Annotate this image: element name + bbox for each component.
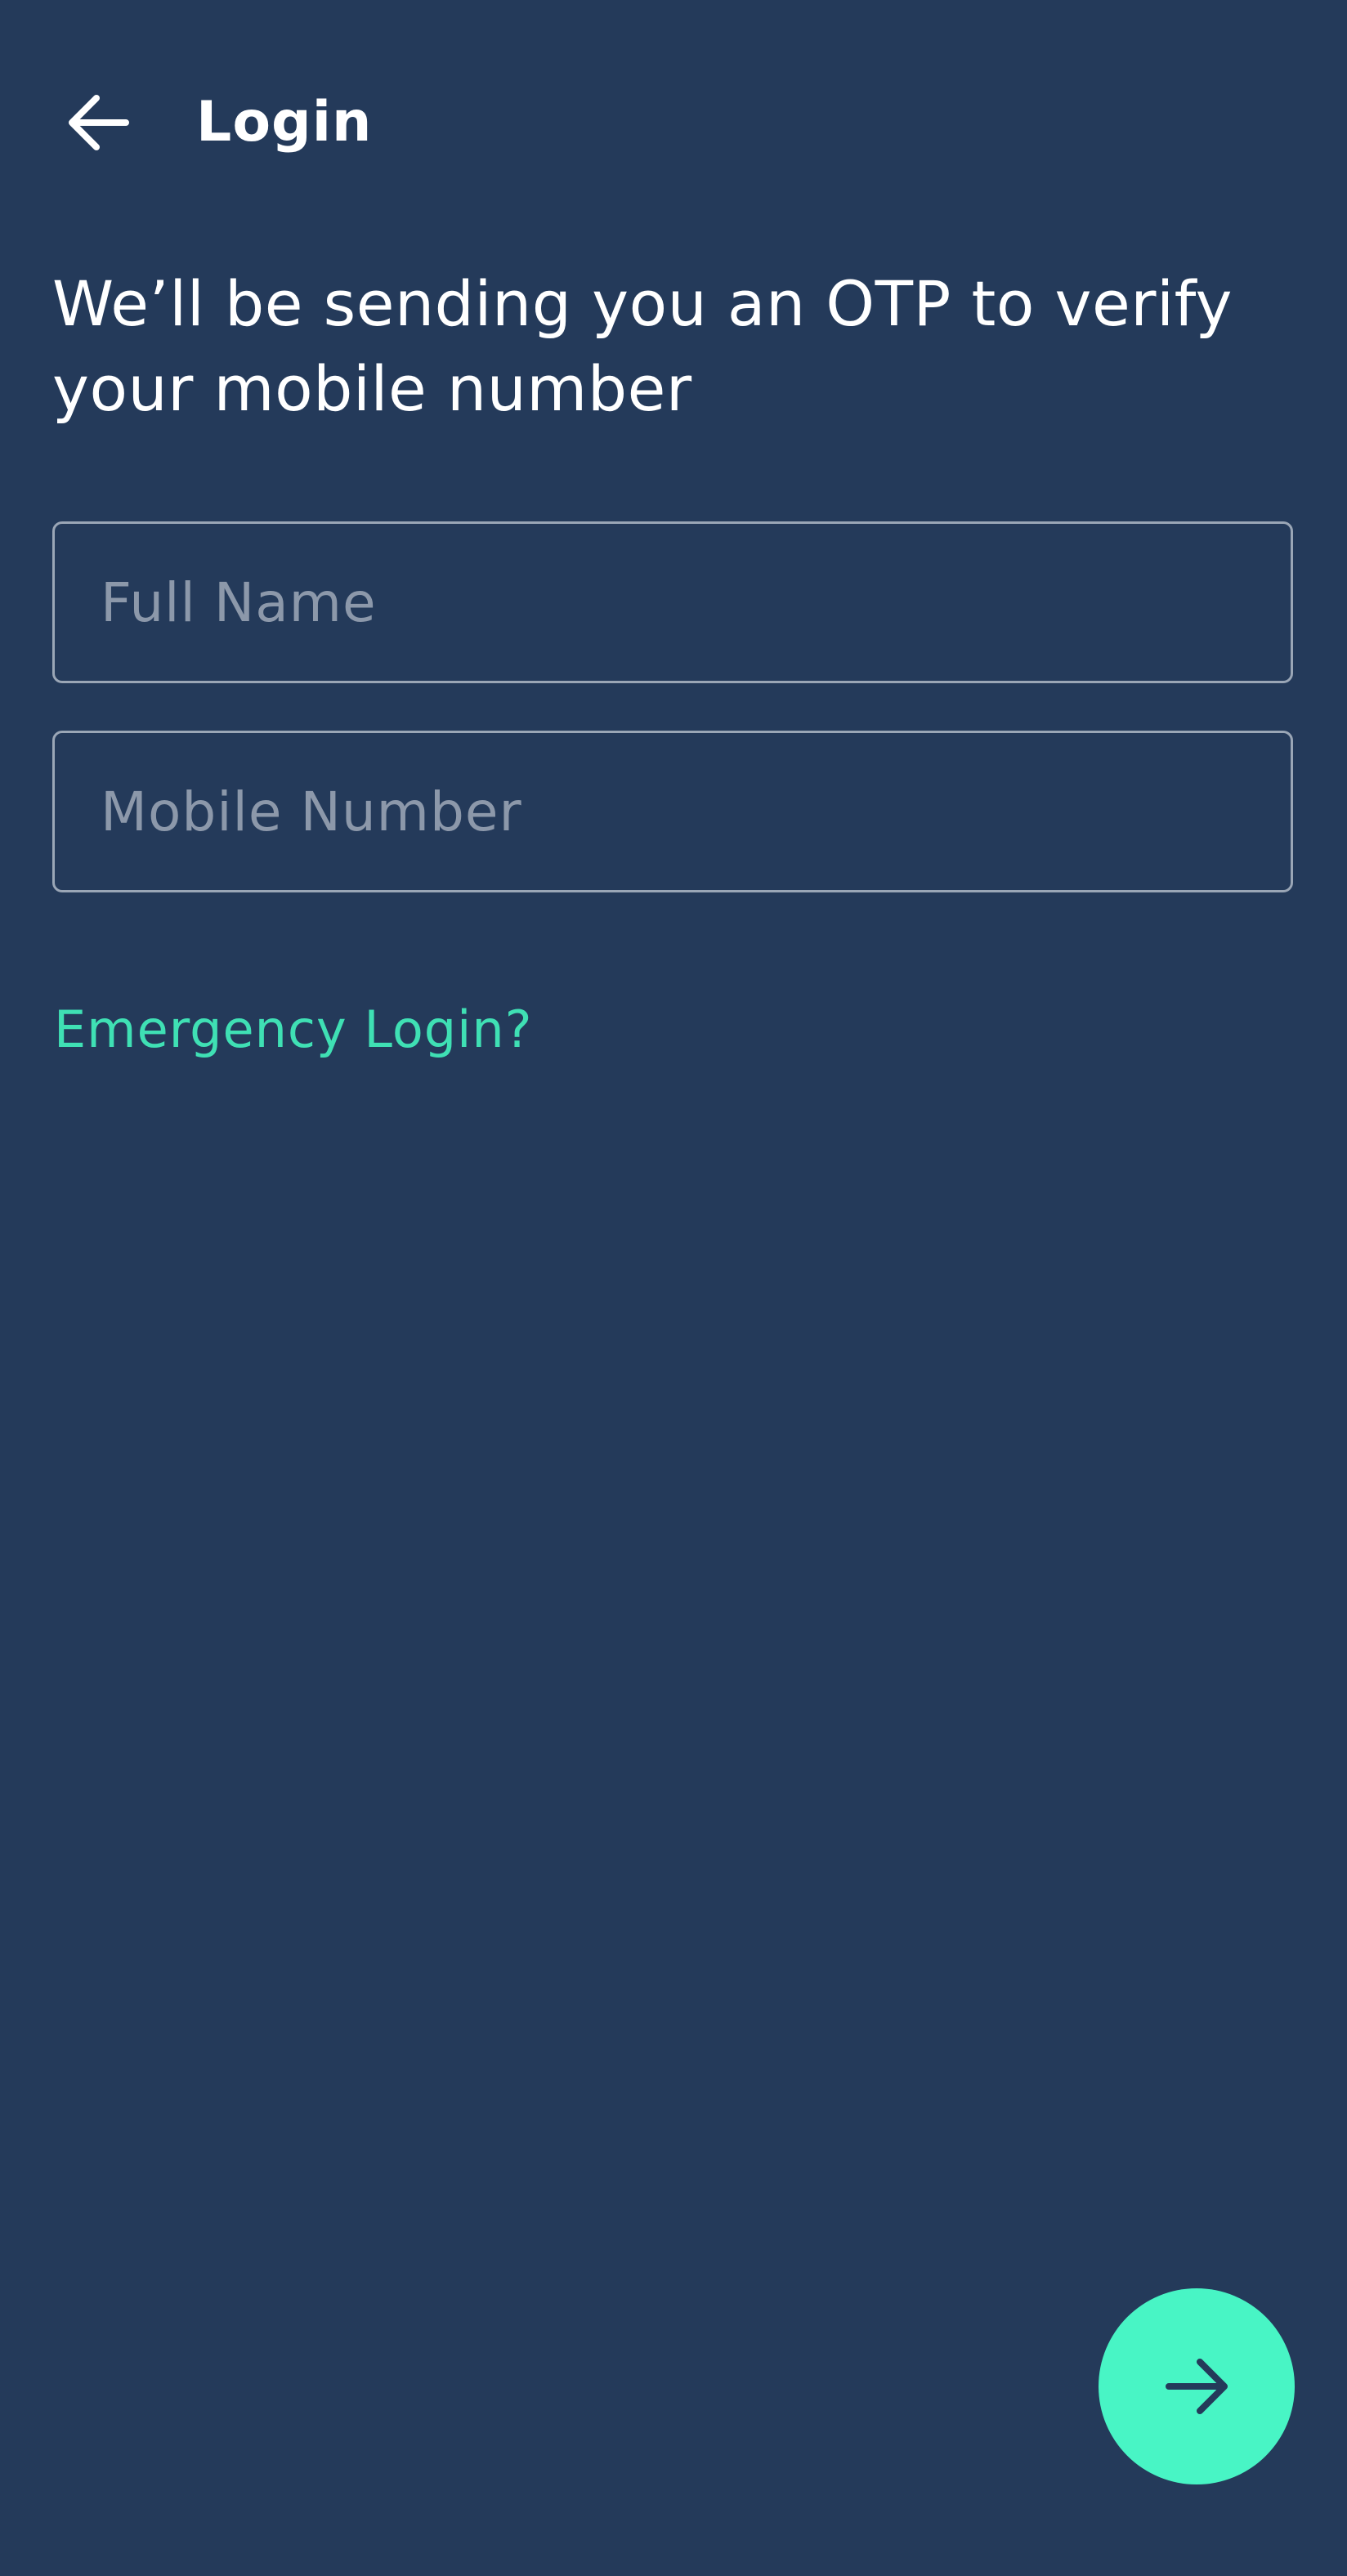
next-button[interactable] [1099,2288,1295,2484]
arrow-left-icon [69,95,129,150]
full-name-input[interactable] [55,524,1291,681]
app-bar: Login [0,0,1347,245]
back-button[interactable] [49,74,147,172]
mobile-number-field[interactable] [52,731,1293,892]
full-name-field[interactable] [52,521,1293,683]
emergency-login-link[interactable]: Emergency Login? [54,997,533,1062]
page-title: Login [196,90,373,154]
intro-text: We’ll be sending you an OTP to verify yo… [52,267,1233,425]
arrow-right-icon [1166,2359,1228,2414]
mobile-number-input[interactable] [55,733,1291,890]
